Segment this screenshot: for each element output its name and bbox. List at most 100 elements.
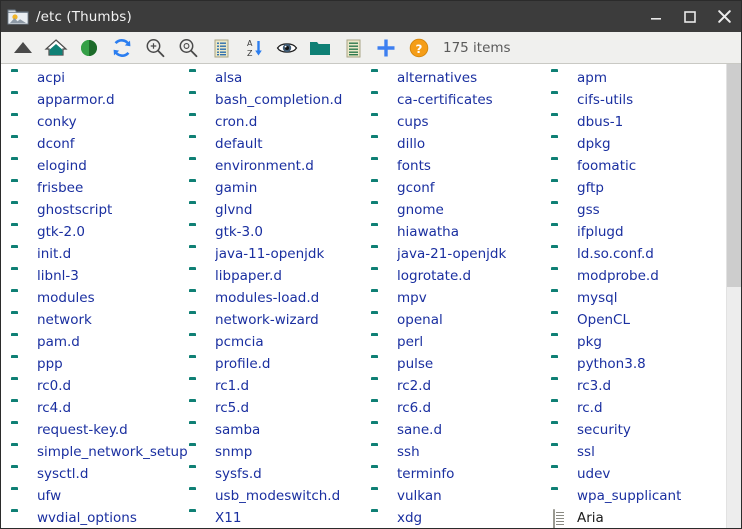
refresh-icon[interactable]	[105, 33, 138, 63]
file-item[interactable]: elogind	[11, 155, 189, 177]
file-item[interactable]: cups	[371, 111, 551, 133]
sort-az-icon[interactable]: A Z	[237, 33, 270, 63]
file-item[interactable]: ifplugd	[551, 221, 726, 243]
file-item[interactable]: wvdial_options	[11, 507, 189, 528]
file-item[interactable]: modules-load.d	[189, 287, 371, 309]
file-list-pane[interactable]: acpi apparmor.d conky dconf elogind frisbee gh…	[1, 64, 726, 528]
file-item[interactable]: java-11-openjdk	[189, 243, 371, 265]
file-item[interactable]: usb_modeswitch.d	[189, 485, 371, 507]
file-item[interactable]: dconf	[11, 133, 189, 155]
file-item[interactable]: hiawatha	[371, 221, 551, 243]
minimize-button[interactable]	[639, 1, 673, 32]
file-item[interactable]: bash_completion.d	[189, 89, 371, 111]
file-item[interactable]: rc4.d	[11, 397, 189, 419]
file-item[interactable]: libnl-3	[11, 265, 189, 287]
file-item[interactable]: fonts	[371, 155, 551, 177]
file-item[interactable]: modprobe.d	[551, 265, 726, 287]
file-item[interactable]: gconf	[371, 177, 551, 199]
file-item[interactable]: gtk-2.0	[11, 221, 189, 243]
close-button[interactable]	[707, 1, 741, 32]
file-item[interactable]: pcmcia	[189, 331, 371, 353]
file-item[interactable]: gtk-3.0	[189, 221, 371, 243]
zoom-in-icon[interactable]	[138, 33, 171, 63]
file-item[interactable]: rc1.d	[189, 375, 371, 397]
show-hidden-icon[interactable]	[270, 33, 303, 63]
file-item[interactable]: xdg	[371, 507, 551, 528]
home-icon[interactable]	[39, 33, 72, 63]
file-item[interactable]: sysfs.d	[189, 463, 371, 485]
file-item[interactable]: sane.d	[371, 419, 551, 441]
file-item[interactable]: sysctl.d	[11, 463, 189, 485]
new-folder-icon[interactable]	[303, 33, 336, 63]
file-item[interactable]: logrotate.d	[371, 265, 551, 287]
help-icon[interactable]: ?	[402, 33, 435, 63]
file-item[interactable]: gnome	[371, 199, 551, 221]
file-item[interactable]: gss	[551, 199, 726, 221]
file-item[interactable]: gftp	[551, 177, 726, 199]
file-item[interactable]: rc3.d	[551, 375, 726, 397]
file-item[interactable]: apm	[551, 67, 726, 89]
file-item[interactable]: conky	[11, 111, 189, 133]
file-item[interactable]: dbus-1	[551, 111, 726, 133]
file-item[interactable]: simple_network_setup	[11, 441, 189, 463]
file-item[interactable]: glvnd	[189, 199, 371, 221]
file-item[interactable]: terminfo	[371, 463, 551, 485]
file-item[interactable]: snmp	[189, 441, 371, 463]
file-item[interactable]: foomatic	[551, 155, 726, 177]
vertical-scrollbar[interactable]	[726, 64, 741, 528]
file-item[interactable]: init.d	[11, 243, 189, 265]
file-item[interactable]: dillo	[371, 133, 551, 155]
file-item[interactable]: pulse	[371, 353, 551, 375]
details-icon[interactable]	[336, 33, 369, 63]
file-item[interactable]: samba	[189, 419, 371, 441]
file-item[interactable]: perl	[371, 331, 551, 353]
file-item[interactable]: profile.d	[189, 353, 371, 375]
file-item[interactable]: ufw	[11, 485, 189, 507]
title-bar[interactable]: /etc (Thumbs)	[1, 1, 741, 32]
file-item[interactable]: vulkan	[371, 485, 551, 507]
file-item[interactable]: ghostscript	[11, 199, 189, 221]
file-item[interactable]: python3.8	[551, 353, 726, 375]
file-item[interactable]: udev	[551, 463, 726, 485]
file-item[interactable]: X11	[189, 507, 371, 528]
file-item[interactable]: security	[551, 419, 726, 441]
file-item[interactable]: wpa_supplicant	[551, 485, 726, 507]
file-item[interactable]: cron.d	[189, 111, 371, 133]
file-item[interactable]: request-key.d	[11, 419, 189, 441]
file-item[interactable]: cifs-utils	[551, 89, 726, 111]
file-item[interactable]: environment.d	[189, 155, 371, 177]
file-item[interactable]: mysql	[551, 287, 726, 309]
list-view-icon[interactable]	[204, 33, 237, 63]
file-item[interactable]: mpv	[371, 287, 551, 309]
file-item[interactable]: ssl	[551, 441, 726, 463]
file-item[interactable]: frisbee	[11, 177, 189, 199]
file-item[interactable]: modules	[11, 287, 189, 309]
file-item[interactable]: network-wizard	[189, 309, 371, 331]
file-item[interactable]: OpenCL	[551, 309, 726, 331]
file-item[interactable]: apparmor.d	[11, 89, 189, 111]
file-item[interactable]: rc0.d	[11, 375, 189, 397]
file-item[interactable]: java-21-openjdk	[371, 243, 551, 265]
file-item[interactable]: rc6.d	[371, 397, 551, 419]
file-item[interactable]: gamin	[189, 177, 371, 199]
file-item[interactable]: ld.so.conf.d	[551, 243, 726, 265]
file-item[interactable]: dpkg	[551, 133, 726, 155]
zoom-out-icon[interactable]	[171, 33, 204, 63]
file-item[interactable]: rc2.d	[371, 375, 551, 397]
add-icon[interactable]	[369, 33, 402, 63]
file-item[interactable]: openal	[371, 309, 551, 331]
file-item[interactable]: ppp	[11, 353, 189, 375]
file-item[interactable]: ssh	[371, 441, 551, 463]
back-icon[interactable]	[72, 33, 105, 63]
file-item[interactable]: alternatives	[371, 67, 551, 89]
file-item[interactable]: rc.d	[551, 397, 726, 419]
file-item[interactable]: rc5.d	[189, 397, 371, 419]
maximize-button[interactable]	[673, 1, 707, 32]
file-item[interactable]: network	[11, 309, 189, 331]
file-item[interactable]: alsa	[189, 67, 371, 89]
file-item[interactable]: pkg	[551, 331, 726, 353]
file-item[interactable]: acpi	[11, 67, 189, 89]
file-item[interactable]: default	[189, 133, 371, 155]
file-item[interactable]: Aria	[551, 507, 726, 528]
file-item[interactable]: libpaper.d	[189, 265, 371, 287]
